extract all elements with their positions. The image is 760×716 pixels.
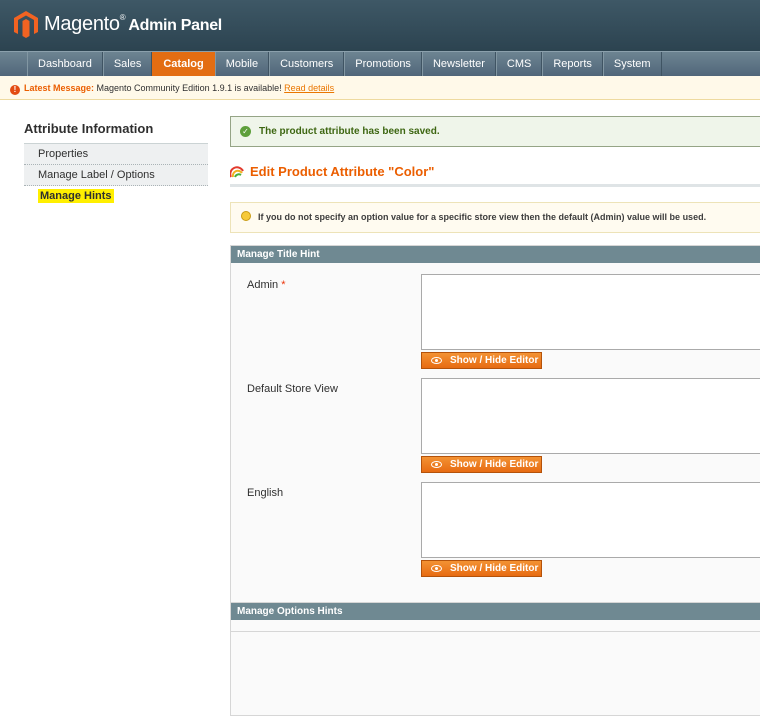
sidebar-item-manage-label-options[interactable]: Manage Label / Options [24, 165, 208, 186]
success-message: ✓ The product attribute has been saved. [230, 116, 760, 147]
nav-cms[interactable]: CMS [495, 52, 543, 76]
nav-sales[interactable]: Sales [102, 52, 153, 76]
nav-catalog[interactable]: Catalog [152, 52, 215, 76]
default-store-view-show-hide-editor-button[interactable]: Show / Hide Editor [421, 456, 542, 473]
magento-logo[interactable]: Magento® Admin Panel [14, 11, 222, 38]
attribute-icon [230, 166, 244, 178]
english-hint-textarea[interactable] [421, 482, 760, 558]
nav-newsletter[interactable]: Newsletter [421, 52, 496, 76]
english-label: English [247, 487, 284, 499]
admin-show-hide-editor-button[interactable]: Show / Hide Editor [421, 352, 542, 369]
nav-mobile[interactable]: Mobile [214, 52, 270, 76]
admin-hint-textarea[interactable] [421, 274, 760, 350]
nav-promotions[interactable]: Promotions [344, 52, 422, 76]
manage-title-hint-header: Manage Title Hint [231, 246, 760, 263]
nav-reports[interactable]: Reports [542, 52, 603, 76]
sidebar-item-manage-hints[interactable]: Manage Hints [24, 186, 208, 207]
nav-dashboard[interactable]: Dashboard [27, 52, 103, 76]
success-check-icon: ✓ [240, 126, 251, 137]
default-store-view-hint-textarea[interactable] [421, 378, 760, 454]
sidebar-tabs: Properties Manage Label / Options Manage… [24, 143, 208, 207]
admin-label: Admin * [247, 279, 286, 291]
default-store-view-label: Default Store View [247, 383, 338, 395]
eye-icon [431, 565, 442, 572]
page-title: Edit Product Attribute "Color" [230, 164, 434, 179]
nav-customers[interactable]: Customers [269, 52, 345, 76]
title-divider [230, 184, 760, 187]
eye-icon [431, 461, 442, 468]
english-show-hide-editor-button[interactable]: Show / Hide Editor [421, 560, 542, 577]
sidebar-item-properties[interactable]: Properties [24, 144, 208, 165]
eye-icon [431, 357, 442, 364]
sidebar-title: Attribute Information [24, 121, 154, 136]
logo-text: Magento® Admin Panel [44, 13, 222, 35]
manage-options-hints-fieldset: Manage Options Hints [230, 602, 760, 632]
read-details-link[interactable]: Read details [284, 83, 334, 93]
latest-message-bar: ! Latest Message: Magento Community Editi… [0, 76, 760, 100]
store-view-notice: If you do not specify an option value fo… [230, 202, 760, 233]
latest-message-prefix: Latest Message: [24, 83, 95, 93]
main-nav: Dashboard Sales Catalog Mobile Customers… [0, 51, 760, 76]
magento-logo-icon [14, 11, 38, 38]
manage-title-hint-fieldset: Manage Title Hint Admin * Show / Hide Ed… [230, 245, 760, 716]
manage-options-hints-header: Manage Options Hints [231, 603, 760, 620]
nav-system[interactable]: System [602, 52, 662, 76]
alert-icon: ! [10, 85, 20, 95]
latest-message-text: Magento Community Edition 1.9.1 is avail… [94, 83, 285, 93]
admin-header: Magento® Admin Panel [0, 0, 760, 51]
lightbulb-icon [241, 211, 251, 221]
